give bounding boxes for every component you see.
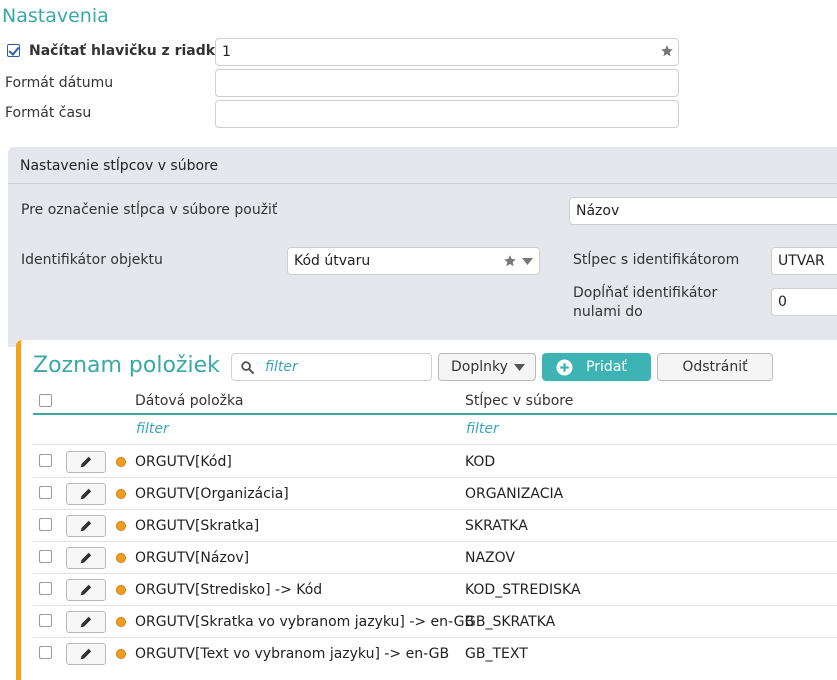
chevron-down-icon[interactable] — [522, 258, 533, 265]
object-id-label: Identifikátor objektu — [21, 252, 163, 268]
table-header-underline — [33, 413, 837, 415]
row-data-item: ORGUTV[Kód] — [135, 454, 232, 470]
id-column-label: Stĺpec s identifikátorom — [573, 252, 740, 268]
page-title: Nastavenia — [2, 5, 109, 27]
row-data-item: ORGUTV[Organizácia] — [135, 486, 289, 502]
pencil-icon — [79, 519, 93, 533]
id-column-input[interactable]: UTVAR — [771, 247, 837, 275]
status-dot-icon — [116, 521, 126, 531]
search-icon — [241, 361, 254, 374]
header-row-label: Načítať hlavičku z riadku č. — [29, 43, 244, 59]
row-divider — [33, 637, 837, 638]
row-data-item: ORGUTV[Názov] — [135, 550, 250, 566]
chevron-down-icon — [514, 364, 525, 371]
addons-dropdown-button[interactable]: Doplnky — [438, 353, 536, 381]
columns-panel-title: Nastavenie stĺpcov v súbore — [20, 158, 219, 174]
row-checkbox[interactable] — [39, 614, 52, 627]
row-file-column: NAZOV — [465, 550, 515, 566]
time-format-input[interactable] — [215, 100, 679, 128]
file-column-filter[interactable]: filter — [466, 421, 499, 437]
addons-label: Doplnky — [451, 359, 508, 375]
edit-row-button[interactable] — [66, 451, 106, 473]
edit-row-button[interactable] — [66, 547, 106, 569]
pencil-icon — [79, 647, 93, 661]
row-data-item: ORGUTV[Skratka] — [135, 518, 260, 534]
items-list-title: Zoznam položiek — [33, 353, 220, 378]
pad-zeros-label: Dopĺňať identifikátor nulami do — [573, 285, 718, 320]
edit-row-button[interactable] — [66, 483, 106, 505]
row-divider — [33, 573, 837, 574]
status-dot-icon — [116, 553, 126, 563]
status-dot-icon — [116, 585, 126, 595]
pad-zeros-input[interactable]: 0 — [771, 288, 837, 316]
row-data-item: ORGUTV[Stredisko] -> Kód — [135, 582, 323, 598]
header-row-checkbox[interactable] — [7, 44, 20, 57]
row-checkbox[interactable] — [39, 582, 52, 595]
status-dot-icon — [116, 457, 126, 467]
edit-row-button[interactable] — [66, 643, 106, 665]
use-for-column-label: Pre označenie stĺpca v súbore použiť — [21, 202, 278, 218]
pencil-icon — [79, 487, 93, 501]
star-icon[interactable] — [503, 254, 517, 268]
add-item-label: Pridať — [586, 359, 627, 375]
use-for-column-select[interactable]: Názov — [569, 197, 837, 225]
row-checkbox[interactable] — [39, 454, 52, 467]
header-row-input[interactable]: 1 — [215, 38, 679, 66]
col-header-data-item[interactable]: Dátová položka — [135, 393, 243, 409]
row-checkbox[interactable] — [39, 486, 52, 499]
row-file-column: KOD — [465, 454, 496, 470]
remove-item-button[interactable]: Odstrániť — [657, 353, 773, 381]
status-dot-icon — [116, 489, 126, 499]
row-divider — [33, 605, 837, 606]
pencil-icon — [79, 455, 93, 469]
list-filter-placeholder: filter — [265, 359, 298, 375]
id-column-value: UTVAR — [778, 253, 825, 269]
panel-divider — [8, 183, 837, 184]
row-divider — [33, 477, 837, 478]
row-checkbox[interactable] — [39, 518, 52, 531]
row-divider — [33, 444, 837, 445]
row-checkbox[interactable] — [39, 646, 52, 659]
row-divider — [33, 541, 837, 542]
add-item-button[interactable]: Pridať — [542, 353, 651, 381]
status-dot-icon — [116, 617, 126, 627]
row-data-item: ORGUTV[Text vo vybranom jazyku] -> en-GB — [135, 646, 450, 662]
edit-row-button[interactable] — [66, 611, 106, 633]
row-file-column: GB_TEXT — [465, 646, 528, 662]
time-format-label: Formát času — [5, 105, 92, 121]
row-divider — [33, 509, 837, 510]
row-file-column: ORGANIZACIA — [465, 486, 564, 502]
object-id-value: Kód útvaru — [294, 253, 371, 269]
row-file-column: SKRATKA — [465, 518, 528, 534]
status-dot-icon — [116, 649, 126, 659]
pencil-icon — [79, 615, 93, 629]
list-filter-input[interactable]: filter — [231, 353, 432, 381]
row-checkbox[interactable] — [39, 550, 52, 563]
object-id-select[interactable]: Kód útvaru — [287, 247, 540, 275]
pencil-icon — [79, 583, 93, 597]
edit-row-button[interactable] — [66, 579, 106, 601]
row-data-item: ORGUTV[Skratka vo vybranom jazyku] -> en… — [135, 614, 475, 630]
col-header-file-column[interactable]: Stĺpec v súbore — [465, 393, 573, 409]
edit-row-button[interactable] — [66, 515, 106, 537]
row-file-column: GB_SKRATKA — [465, 614, 556, 630]
pad-zeros-value: 0 — [778, 294, 787, 310]
star-icon[interactable] — [660, 44, 674, 58]
plus-circle-icon — [556, 359, 573, 376]
date-format-label: Formát dátumu — [5, 75, 114, 91]
data-item-filter[interactable]: filter — [136, 421, 169, 437]
select-all-checkbox[interactable] — [39, 394, 52, 407]
header-row-value: 1 — [222, 44, 231, 60]
use-for-column-value: Názov — [576, 203, 620, 219]
date-format-input[interactable] — [215, 69, 679, 97]
remove-item-label: Odstrániť — [682, 359, 748, 375]
pencil-icon — [79, 551, 93, 565]
row-file-column: KOD_STREDISKA — [465, 582, 581, 598]
